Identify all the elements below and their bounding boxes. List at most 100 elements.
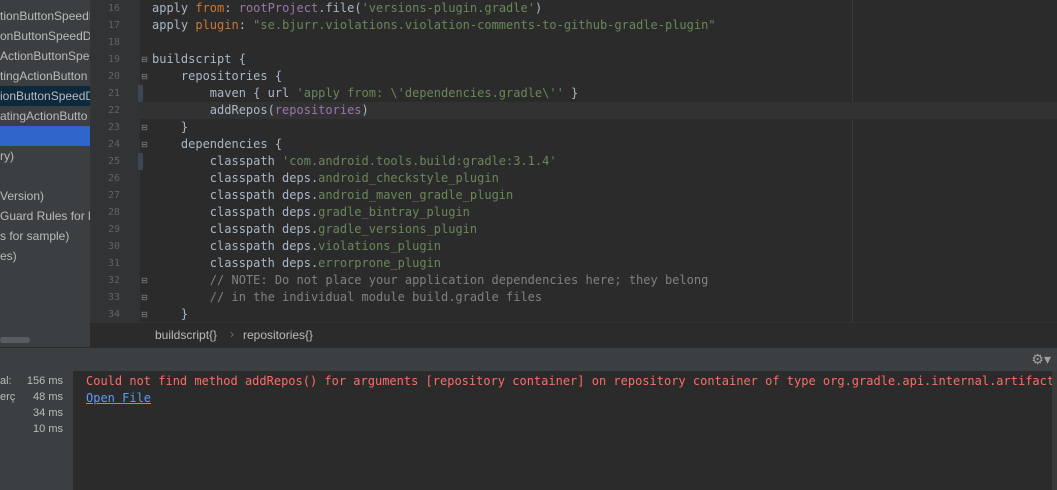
code-line[interactable]: classpath deps.gradle_versions_plugin (152, 221, 477, 238)
code-token: .file( (318, 1, 362, 15)
code-editor[interactable]: 16 17 18 19 ⊟ 20 ⊟ 21 22 23 ⊟ 24 ⊟ 25 26 27 28 29 30 31 32 ⊟ 3… (90, 0, 1057, 322)
code-line[interactable]: dependencies { (152, 136, 282, 153)
line-number: 29 (107, 224, 120, 235)
open-file-link[interactable]: Open File (86, 390, 151, 407)
code-token: classpath deps. (152, 171, 319, 185)
code-token: from (195, 1, 225, 15)
right-margin-guide (852, 0, 853, 322)
build-step-row[interactable]: erç 48 ms (0, 389, 73, 405)
line-number: 19 (107, 54, 120, 65)
project-tree[interactable]: tionButtonSpeedD onButtonSpeedDi ActionBut… (0, 0, 90, 347)
line-number-gutter: 16 17 18 19 ⊟ 20 ⊟ 21 22 23 ⊟ 24 ⊟ 25 26 27 28 29 30 31 32 ⊟ 3… (90, 0, 148, 322)
line-number: 34 (107, 309, 120, 320)
change-marker (138, 85, 143, 102)
build-step-row[interactable]: 34 ms (0, 405, 73, 421)
code-token: repositories { (152, 69, 283, 83)
code-token: plugin (195, 18, 239, 32)
code-token: classpath deps. (152, 256, 319, 270)
tree-item[interactable]: onButtonSpeedDi (0, 26, 90, 46)
code-line[interactable]: repositories { (152, 68, 282, 85)
code-token: : (238, 18, 254, 32)
code-token: repositories (274, 103, 362, 117)
fold-marker-icon[interactable]: ⊟ (140, 310, 149, 319)
line-number: 20 (107, 71, 120, 82)
code-line[interactable]: classpath deps.android_maven_gradle_plug… (152, 187, 513, 204)
code-token: buildscript { (152, 52, 246, 66)
build-step-row[interactable]: al: 156 ms (0, 373, 73, 389)
code-token: violations_plugin (318, 239, 441, 253)
line-number: 25 (107, 156, 120, 167)
tree-item[interactable]: tingActionButton (0, 66, 87, 86)
build-tree[interactable]: al: 156 ms erç 48 ms 34 ms 10 ms (0, 371, 74, 490)
change-marker (138, 153, 143, 170)
fold-marker-icon[interactable]: ⊟ (140, 140, 149, 149)
build-step-label: erç (0, 391, 16, 403)
code-line[interactable]: buildscript { (152, 51, 246, 68)
code-token: gradle_bintray_plugin (318, 205, 470, 219)
code-token: android_maven_gradle_plugin (318, 188, 514, 202)
line-number: 28 (107, 207, 120, 218)
tree-item[interactable]: Guard Rules for li (0, 206, 90, 226)
code-token: } (152, 120, 189, 134)
code-token: classpath (152, 154, 283, 168)
console-scrollbar[interactable] (1052, 371, 1057, 490)
error-message: Could not find method addRepos() for arg… (86, 374, 1052, 388)
code-line[interactable]: classpath deps.errorprone_plugin (152, 255, 441, 272)
code-line[interactable]: } (152, 119, 188, 136)
code-token: } (563, 86, 579, 100)
tree-item[interactable] (0, 126, 90, 146)
build-step-duration: 156 ms (26, 375, 63, 387)
code-token: 'com.android.tools.build:gradle:3.1.4' (282, 154, 557, 168)
tree-item[interactable]: Version) (0, 186, 44, 206)
code-line[interactable]: classpath deps.android_checkstyle_plugin (152, 170, 499, 187)
tree-item[interactable]: es) (0, 246, 17, 266)
code-token: dependencies { (152, 137, 283, 151)
fold-marker-icon[interactable]: ⊟ (140, 55, 149, 64)
tree-item[interactable]: atingActionButto (0, 106, 87, 126)
line-number: 26 (107, 173, 120, 184)
code-token: "se.bjurr.violations.violation-comments-… (253, 18, 716, 32)
tree-item[interactable]: ActionButtonSpe (0, 46, 89, 66)
code-token: // in the individual module build.gradle… (152, 290, 543, 304)
code-token: maven { url (152, 86, 297, 100)
tree-item[interactable]: s for sample) (0, 226, 69, 246)
code-line[interactable]: classpath deps.violations_plugin (152, 238, 441, 255)
code-line[interactable]: addRepos(repositories) (152, 102, 369, 119)
tree-scrollbar[interactable] (0, 337, 30, 343)
line-number: 18 (107, 37, 120, 48)
code-line[interactable]: // NOTE: Do not place your application d… (152, 272, 709, 289)
tree-item[interactable]: ionButtonSpeedD (0, 86, 90, 106)
breadcrumb-separator: › (230, 327, 234, 341)
code-token: gradle_versions_plugin (318, 222, 478, 236)
code-token: ) (361, 103, 369, 117)
tree-item[interactable]: ry) (0, 146, 14, 166)
code-token: : (224, 1, 239, 15)
code-token: 'versions-plugin.gradle' (361, 1, 535, 15)
tree-item[interactable]: tionButtonSpeedD (0, 6, 90, 26)
fold-marker-icon[interactable]: ⊟ (140, 293, 149, 302)
build-step-row[interactable]: 10 ms (0, 421, 73, 437)
code-token: apply (152, 18, 196, 32)
code-token: addRepos( (152, 103, 275, 117)
code-line[interactable]: apply plugin: "se.bjurr.violations.viola… (152, 17, 716, 34)
breadcrumb-item-repositories[interactable]: repositories{} (243, 328, 313, 342)
build-tool-window-header: ⚙▾ (0, 347, 1057, 372)
fold-marker-icon[interactable]: ⊟ (140, 123, 149, 132)
line-number: 31 (107, 258, 120, 269)
code-token: } (152, 307, 189, 321)
code-token: // NOTE: Do not place your application d… (152, 273, 709, 287)
fold-marker-icon[interactable]: ⊟ (140, 276, 149, 285)
code-line[interactable]: classpath deps.gradle_bintray_plugin (152, 204, 470, 221)
fold-marker-icon[interactable]: ⊟ (140, 72, 149, 81)
line-number: 32 (107, 275, 120, 286)
code-line[interactable]: maven { url 'apply from: \'dependencies.… (152, 85, 578, 102)
code-line[interactable]: // in the individual module build.gradle… (152, 289, 542, 306)
code-token: android_checkstyle_plugin (318, 171, 499, 185)
code-line[interactable]: classpath 'com.android.tools.build:gradl… (152, 153, 557, 170)
gear-icon[interactable]: ⚙▾ (1031, 351, 1051, 368)
code-line[interactable]: apply from: rootProject.file('versions-p… (152, 0, 542, 17)
breadcrumb-item-buildscript[interactable]: buildscript{} (155, 328, 217, 342)
build-step-duration: 34 ms (33, 407, 63, 419)
code-line[interactable]: } (152, 306, 188, 322)
build-console: Could not find method addRepos() for arg… (74, 371, 1052, 490)
